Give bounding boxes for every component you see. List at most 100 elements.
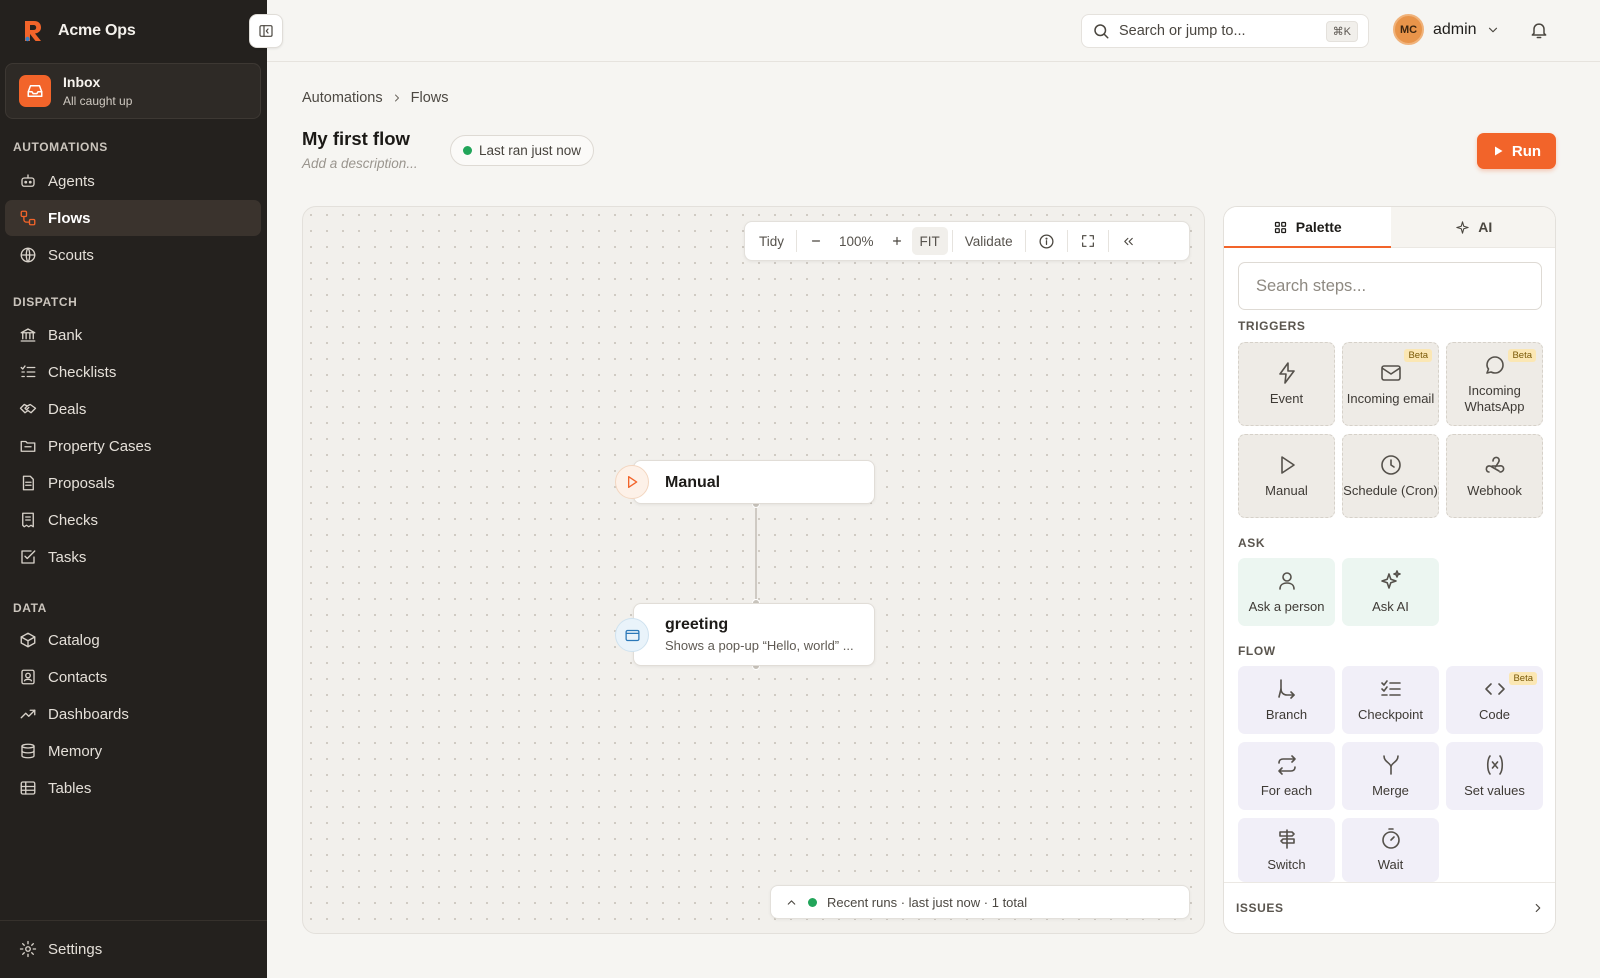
sidebar-item-deals[interactable]: Deals (5, 391, 261, 427)
palette-step-schedule[interactable]: Schedule (Cron) (1342, 434, 1439, 518)
notifications-button[interactable] (1529, 20, 1549, 40)
branch-icon (1277, 679, 1295, 700)
document-icon (22, 475, 34, 491)
logo-icon (25, 21, 41, 42)
collapse-panel-button[interactable] (1113, 227, 1144, 255)
page-title[interactable]: My first flow (302, 128, 410, 150)
description-field[interactable]: Add a description... (302, 156, 418, 171)
sidebar-item-dashboards[interactable]: Dashboards (5, 696, 261, 732)
globe-icon (20, 247, 36, 263)
merge-icon (1382, 755, 1399, 776)
sidebar-item-catalog[interactable]: Catalog (5, 622, 261, 658)
panel-tabs: Palette AI (1224, 207, 1556, 248)
flow-node-manual[interactable]: Manual (615, 460, 875, 504)
palette-step-set-values[interactable]: Set values (1446, 742, 1543, 810)
status-text: Last ran just now (479, 143, 582, 158)
palette-step-event[interactable]: Event (1238, 342, 1335, 426)
sidebar-item-agents[interactable]: Agents (5, 163, 261, 199)
fullscreen-button[interactable] (1072, 227, 1104, 255)
tile-label: Branch (1265, 707, 1308, 723)
flow-icon (20, 210, 36, 226)
tab-palette[interactable]: Palette (1224, 207, 1391, 248)
flow-node-greeting[interactable]: greeting Shows a pop-up “Hello, world” .… (615, 603, 875, 666)
bank-icon (20, 328, 36, 342)
sidebar: Acme Ops Inbox All caught up AUTOMATIONS… (0, 0, 267, 978)
sidebar-item-checks[interactable]: Checks (5, 502, 261, 538)
palette-step-merge[interactable]: Merge (1342, 742, 1439, 810)
sidebar-item-flows[interactable]: Flows (5, 200, 261, 236)
sidebar-item-settings[interactable]: Settings (5, 931, 261, 967)
brand[interactable]: Acme Ops (20, 18, 136, 44)
sparkle-icon (1380, 570, 1401, 590)
collapse-sidebar-button[interactable] (249, 14, 283, 48)
sidebar-item-scouts[interactable]: Scouts (5, 237, 261, 273)
chevron-up-icon (787, 899, 796, 905)
recent-runs-bar[interactable]: Recent runs · last just now · 1 total (770, 885, 1190, 919)
sidebar-item-proposals[interactable]: Proposals (5, 465, 261, 501)
loop-icon (1277, 755, 1296, 776)
validate-button[interactable]: Validate (957, 227, 1021, 255)
topbar: Search or jump to... ⌘K MC admin (267, 0, 1600, 62)
minus-icon (811, 240, 821, 242)
tidy-button[interactable]: Tidy (751, 227, 792, 255)
step-search-input[interactable]: Search steps... (1238, 262, 1542, 310)
info-icon (1039, 233, 1054, 249)
grid-icon (1274, 221, 1286, 233)
palette-step-code[interactable]: Beta Code (1446, 666, 1543, 734)
beta-badge: Beta (1404, 349, 1432, 363)
inbox-card[interactable]: Inbox All caught up (5, 63, 261, 119)
sidebar-item-label: Bank (48, 326, 83, 344)
palette-step-ask-person[interactable]: Ask a person (1238, 558, 1335, 626)
palette-step-checkpoint[interactable]: Checkpoint (1342, 666, 1439, 734)
trend-icon (20, 709, 36, 719)
toolbar-divider (796, 230, 798, 252)
sidebar-item-label: Catalog (48, 631, 100, 649)
sidebar-item-bank[interactable]: Bank (5, 317, 261, 353)
webhook-icon (1485, 456, 1504, 474)
tab-ai[interactable]: AI (1391, 207, 1556, 247)
zoom-out-button[interactable] (801, 227, 831, 255)
global-search[interactable]: Search or jump to... ⌘K (1081, 14, 1369, 48)
palette-step-wait[interactable]: Wait (1342, 818, 1439, 882)
sidebar-item-memory[interactable]: Memory (5, 733, 261, 769)
sidebar-item-property-cases[interactable]: Property Cases (5, 428, 261, 464)
tile-label: Incoming email (1346, 391, 1435, 407)
flow-canvas[interactable]: Tidy 100% FIT Validate Manual greeting S… (302, 206, 1205, 934)
breadcrumb-automations[interactable]: Automations (302, 90, 383, 106)
palette-step-branch[interactable]: Branch (1238, 666, 1335, 734)
package-icon (20, 632, 36, 648)
sidebar-item-contacts[interactable]: Contacts (5, 659, 261, 695)
avatar: MC (1393, 14, 1424, 45)
run-button[interactable]: Run (1477, 133, 1556, 169)
folder-icon (20, 440, 36, 452)
section-label-dispatch: DISPATCH (13, 295, 78, 309)
palette-step-webhook[interactable]: Webhook (1446, 434, 1543, 518)
tile-label: Webhook (1467, 483, 1522, 499)
user-menu[interactable]: MC admin (1393, 14, 1500, 45)
zoom-in-button[interactable] (882, 227, 912, 255)
palette-step-incoming-whatsapp[interactable]: Beta Incoming WhatsApp (1446, 342, 1543, 426)
palette-step-switch[interactable]: Switch (1238, 818, 1335, 882)
sidebar-item-tasks[interactable]: Tasks (5, 539, 261, 575)
sidebar-item-checklists[interactable]: Checklists (5, 354, 261, 390)
status-dot (808, 897, 817, 907)
search-placeholder: Search or jump to... (1119, 23, 1246, 39)
search-icon (1094, 24, 1109, 39)
code-icon (1484, 683, 1505, 696)
tile-label: Set values (1464, 783, 1525, 799)
palette-step-incoming-email[interactable]: Beta Incoming email (1342, 342, 1439, 426)
issues-section[interactable]: ISSUES (1224, 882, 1555, 933)
contact-icon (21, 669, 35, 685)
fit-button[interactable]: FIT (911, 227, 948, 255)
sidebar-item-label: Tables (48, 779, 92, 797)
palette-step-for-each[interactable]: For each (1238, 742, 1335, 810)
section-label-data: DATA (13, 601, 47, 615)
palette-step-manual[interactable]: Manual (1238, 434, 1335, 518)
palette-panel: Palette AI Search steps... TRIGGERS Even… (1223, 206, 1556, 934)
breadcrumb-flows[interactable]: Flows (411, 90, 449, 106)
info-button[interactable] (1030, 227, 1063, 255)
palette-step-ask-ai[interactable]: Ask AI (1342, 558, 1439, 626)
checkpoint-icon (1380, 680, 1401, 697)
sidebar-item-tables[interactable]: Tables (5, 770, 261, 806)
tile-label: Merge (1372, 783, 1409, 799)
